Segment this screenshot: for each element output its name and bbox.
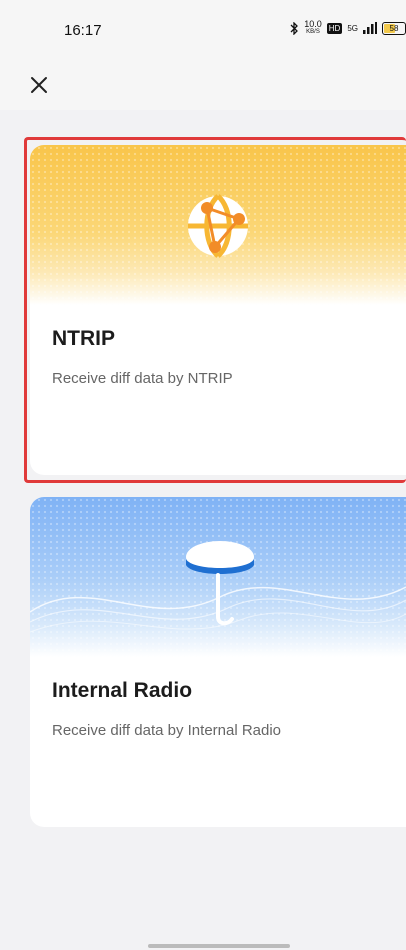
speed-value: 10.0 (304, 19, 322, 29)
close-icon[interactable] (24, 70, 54, 100)
selection-highlight (24, 137, 406, 483)
network-type: 5G (347, 23, 358, 33)
signal-icon (363, 22, 377, 34)
hd-badge: HD (326, 22, 343, 34)
network-speed: 10.0 KB/S (304, 20, 322, 36)
status-icons: 10.0 KB/S HD 5G 58 (289, 20, 406, 36)
home-indicator[interactable] (148, 944, 290, 948)
radio-banner (30, 497, 406, 657)
status-bar: 16:17 10.0 KB/S HD 5G 58 (0, 0, 406, 58)
card-description: Receive diff data by Internal Radio (52, 722, 282, 739)
speed-unit: KB/S (306, 29, 320, 35)
internal-radio-card[interactable]: Internal Radio Receive diff data by Inte… (30, 497, 406, 827)
antenna-icon (186, 541, 254, 626)
battery-icon: 58 (382, 21, 406, 35)
battery-level: 58 (389, 23, 399, 33)
status-time: 16:17 (64, 22, 102, 39)
card-title: Internal Radio (52, 679, 193, 702)
header-bar (0, 58, 406, 110)
bluetooth-icon (290, 21, 299, 35)
